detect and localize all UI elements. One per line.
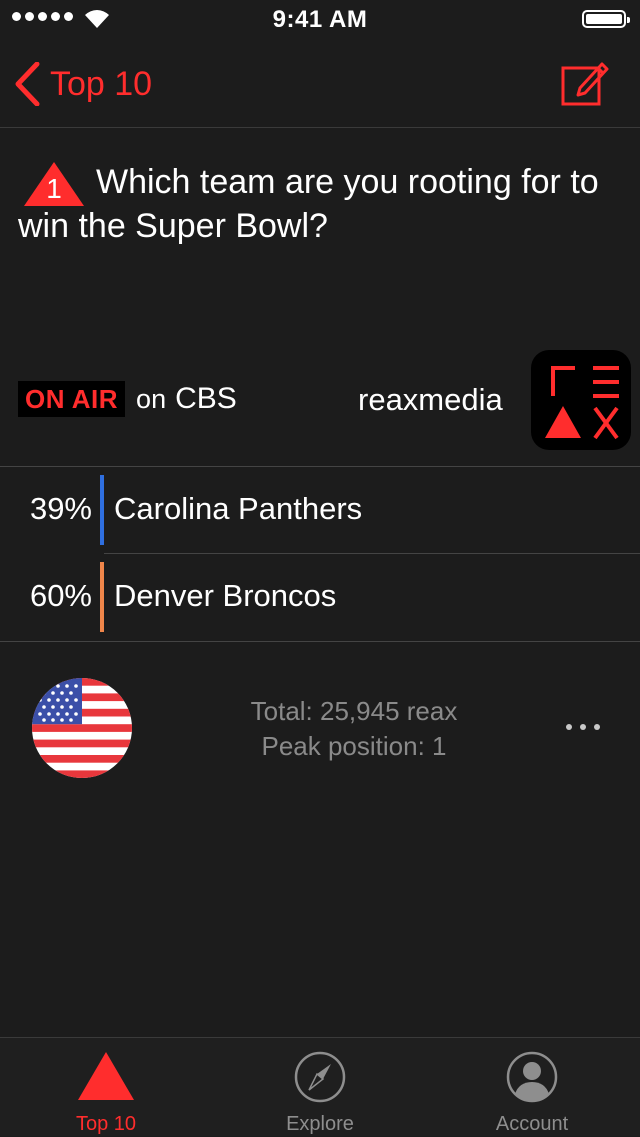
question: 1 Which team are you rooting for to win … <box>18 160 618 248</box>
tab-top-10[interactable]: Top 10 <box>36 1038 176 1137</box>
chevron-left-icon <box>15 62 40 106</box>
person-icon <box>506 1051 558 1103</box>
tab-label: Account <box>495 1113 569 1135</box>
compose-icon[interactable] <box>560 58 610 108</box>
rank-badge: 1 <box>22 160 86 206</box>
more-options-icon[interactable] <box>566 720 600 734</box>
back-label: Top 10 <box>50 64 153 103</box>
option-percent: 39% <box>29 491 92 526</box>
option-color-bar <box>100 562 104 632</box>
rank-number: 1 <box>46 173 62 204</box>
on-text: on <box>136 383 167 414</box>
compass-icon <box>294 1051 346 1103</box>
on-air-badge: ON AIR <box>18 381 126 417</box>
status-bar: 9:41 AM <box>0 0 640 40</box>
wifi-icon <box>85 10 109 28</box>
reax-logo-icon <box>545 366 619 440</box>
total-reax: Total: 25,945 reax <box>250 696 458 726</box>
brand-name: reaxmedia <box>358 382 503 417</box>
tab-account[interactable]: Account <box>462 1038 602 1137</box>
option-percent: 60% <box>29 578 92 613</box>
option-label: Denver Broncos <box>114 578 337 613</box>
back-button[interactable]: Top 10 <box>14 62 152 106</box>
navigation-bar: Top 10 <box>0 40 640 128</box>
brand-logo[interactable] <box>531 350 631 450</box>
signal-strength-icon <box>12 12 73 21</box>
option-row[interactable]: 60% Denver Broncos <box>0 554 640 640</box>
option-color-bar <box>100 475 104 545</box>
peak-position: Peak position: 1 <box>261 731 447 761</box>
divider <box>0 641 640 642</box>
status-time: 9:41 AM <box>272 6 368 33</box>
option-label: Carolina Panthers <box>114 491 363 526</box>
broadcast-info: ON AIR on CBS <box>18 381 237 417</box>
stats: Total: 25,945 reax Peak position: 1 <box>0 694 640 764</box>
network-name: CBS <box>175 382 237 415</box>
option-row[interactable]: 39% Carolina Panthers <box>0 467 640 553</box>
tab-explore[interactable]: Explore <box>250 1038 390 1137</box>
tab-label: Explore <box>286 1113 354 1135</box>
triangle-icon <box>78 1052 134 1100</box>
tab-bar: Top 10 Explore Account <box>0 1037 640 1136</box>
tab-label: Top 10 <box>75 1113 137 1135</box>
question-text: Which team are you rooting for to win th… <box>18 163 599 245</box>
battery-icon <box>582 10 630 28</box>
